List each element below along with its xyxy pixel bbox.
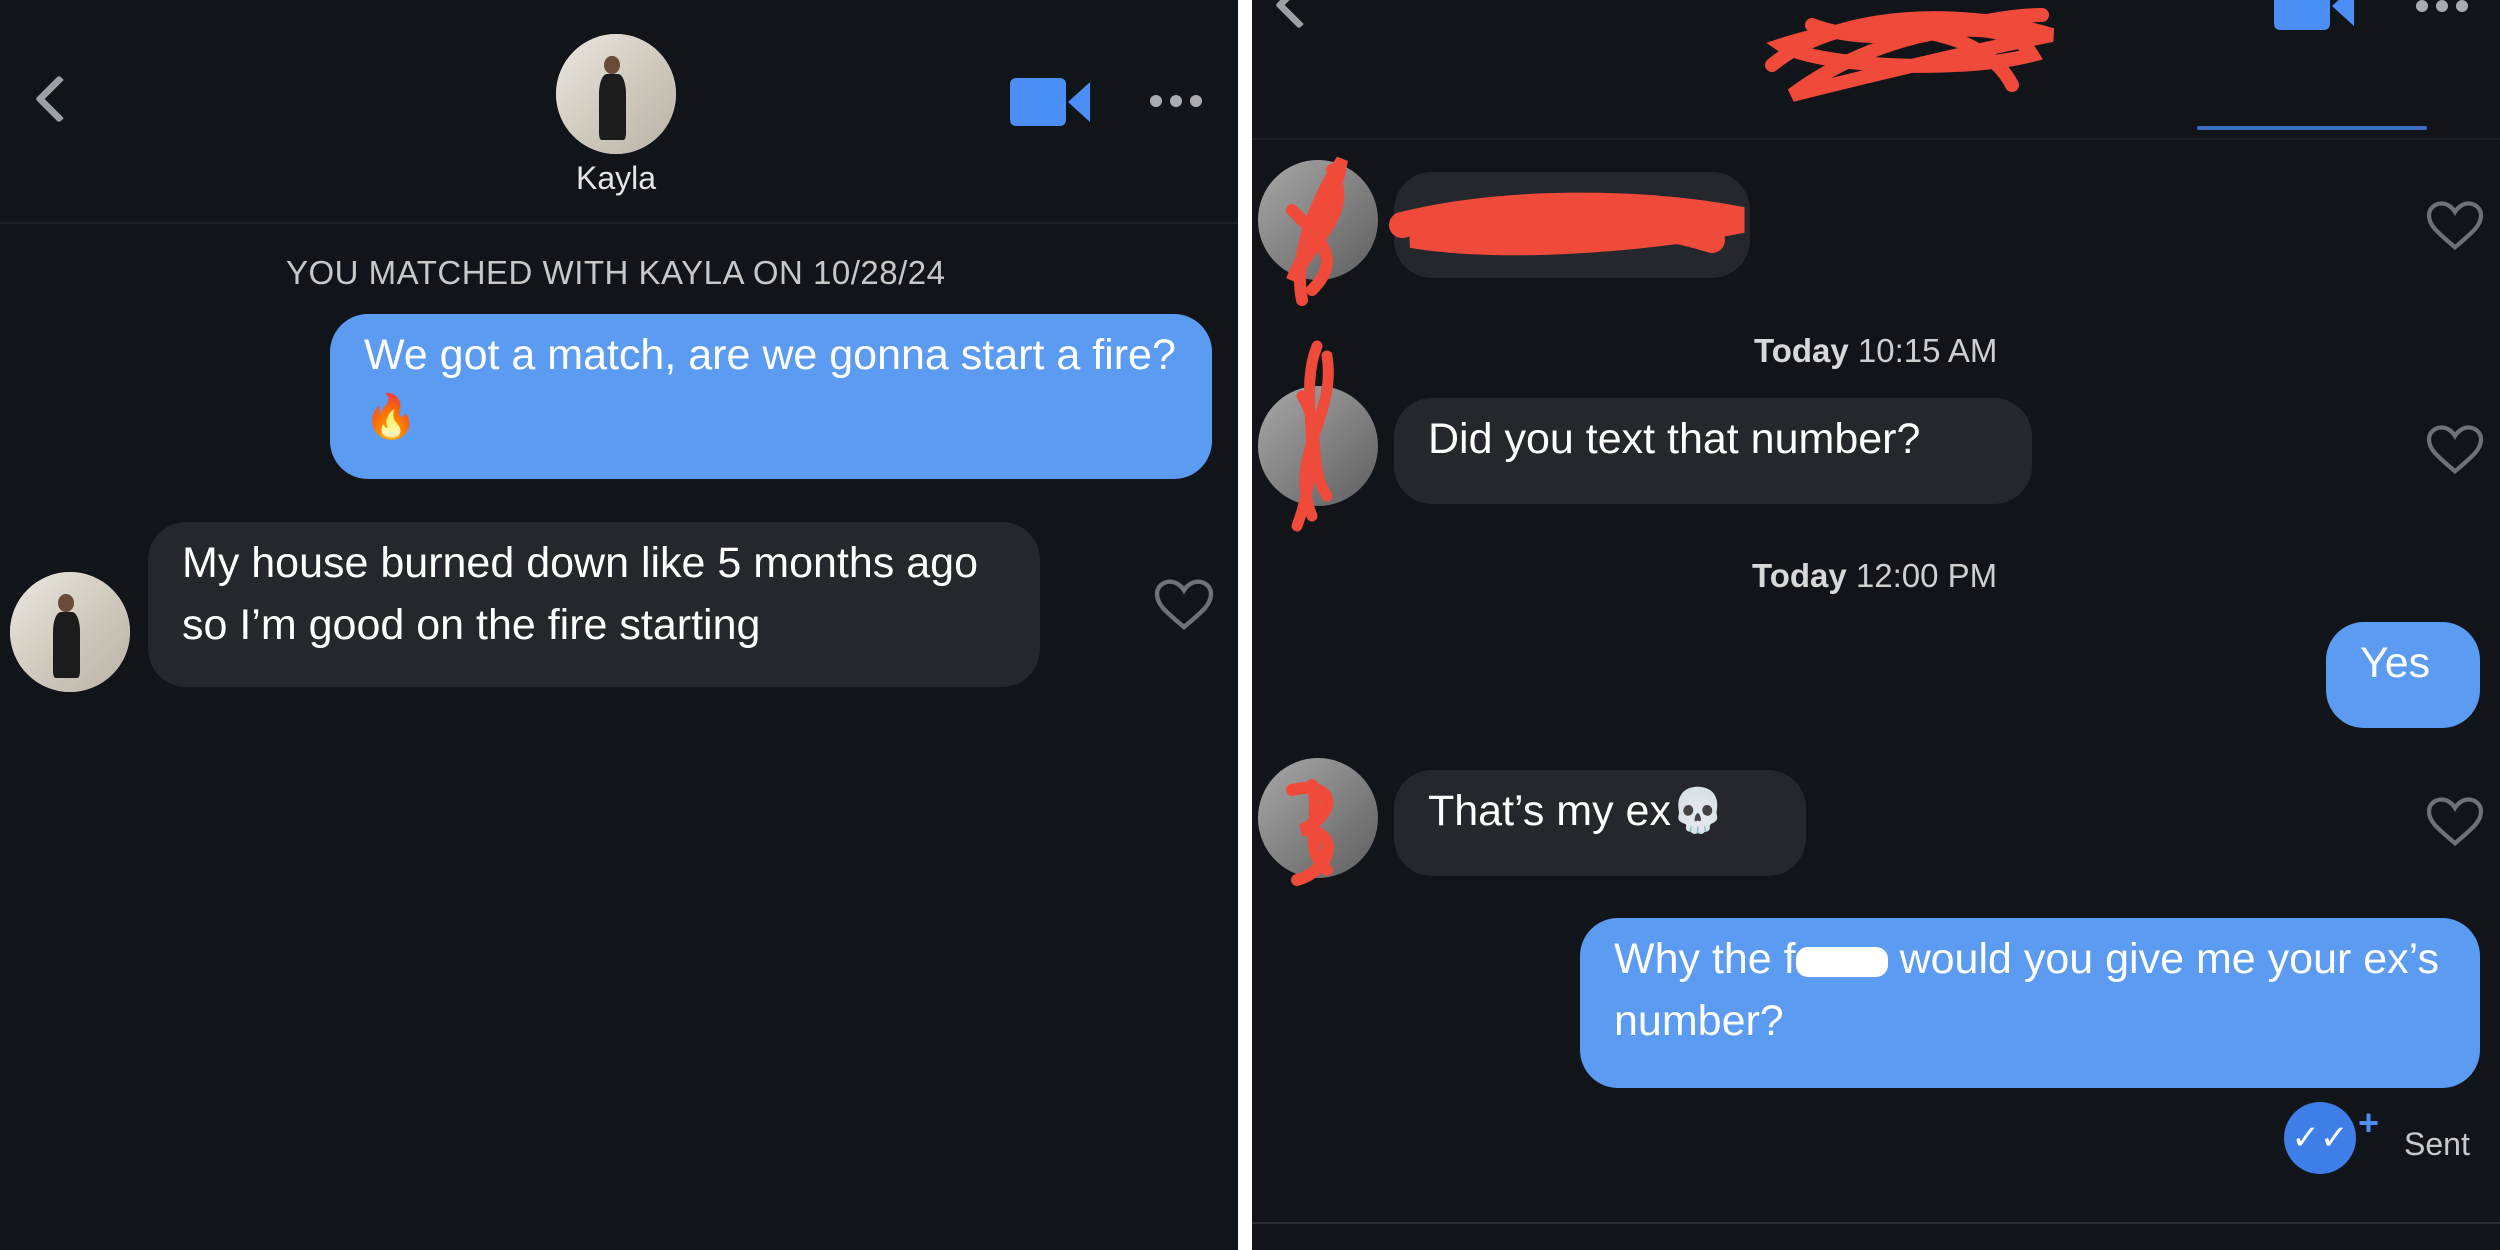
timestamp: Today 12:00 PM [1752,557,1997,595]
censor-scribble-avatar [1286,156,1348,306]
back-chevron-icon[interactable] [1274,0,1324,30]
censor-scribble-avatar [1291,340,1334,532]
message-text: That’s my ex [1428,787,1671,835]
censor-bar [1795,946,1888,977]
header-divider [1252,138,2500,140]
message-text: My house burned down like 5 months ago s… [182,539,978,649]
sent-status-label: Sent [2404,1126,2470,1162]
more-dots-icon[interactable] [1150,95,1202,107]
censor-scribble-name [1765,8,2055,102]
double-check-icon: ✓✓ [2284,1102,2356,1174]
fire-emoji-icon: 🔥 [364,393,418,441]
censor-scribble-avatar [1286,779,1334,886]
message-text: Did you text that number? [1428,415,1921,463]
message-bubble-received[interactable]: My house burned down like 5 months ago s… [148,522,1040,687]
message-bubble-received[interactable]: That’s my ex💀 [1394,770,1806,876]
profile-name[interactable]: Kayla [500,160,732,197]
back-chevron-icon[interactable] [34,74,84,124]
plus-icon[interactable]: + [2358,1102,2379,1144]
heart-icon[interactable] [1154,578,1214,632]
timestamp-day: Today [1752,557,1847,594]
tab-underline [2197,126,2427,130]
right-conversation-panel: Today 10:15 AM Did you text that number?… [1252,0,2500,1250]
heart-icon[interactable] [2426,424,2484,476]
message-text: We got a match, are we gonna start a fir… [364,331,1176,379]
timestamp-day: Today [1754,332,1849,369]
message-text: Yes [2360,639,2431,687]
left-conversation-panel: Kayla YOU MATCHED WITH KAYLA ON 10/28/24… [0,0,1238,1250]
timestamp-time: 12:00 PM [1855,557,1998,594]
match-banner: YOU MATCHED WITH KAYLA ON 10/28/24 [286,254,946,291]
more-dots-icon[interactable] [2416,0,2468,12]
video-camera-icon[interactable] [1010,78,1092,128]
message-bubble-sent[interactable]: Yes [2326,622,2480,728]
heart-icon[interactable] [2426,200,2484,252]
composer-divider [1252,1222,2500,1224]
sender-avatar[interactable] [10,572,130,692]
video-camera-icon[interactable] [2274,0,2356,32]
censor-scribble-message [1389,192,1745,256]
header-divider [0,222,1238,224]
message-bubble-sent[interactable]: We got a match, are we gonna start a fir… [330,314,1212,479]
message-bubble-sent[interactable]: Why the f would you give me your ex’s nu… [1580,918,2480,1088]
message-bubble-received[interactable]: Did you text that number? [1394,398,2032,504]
timestamp-time: 10:15 AM [1857,332,1998,369]
message-text-part1: Why the f [1614,935,1796,983]
profile-avatar[interactable] [556,34,676,154]
timestamp: Today 10:15 AM [1754,332,1997,370]
heart-icon[interactable] [2426,796,2484,848]
skull-emoji-icon: 💀 [1670,787,1725,835]
